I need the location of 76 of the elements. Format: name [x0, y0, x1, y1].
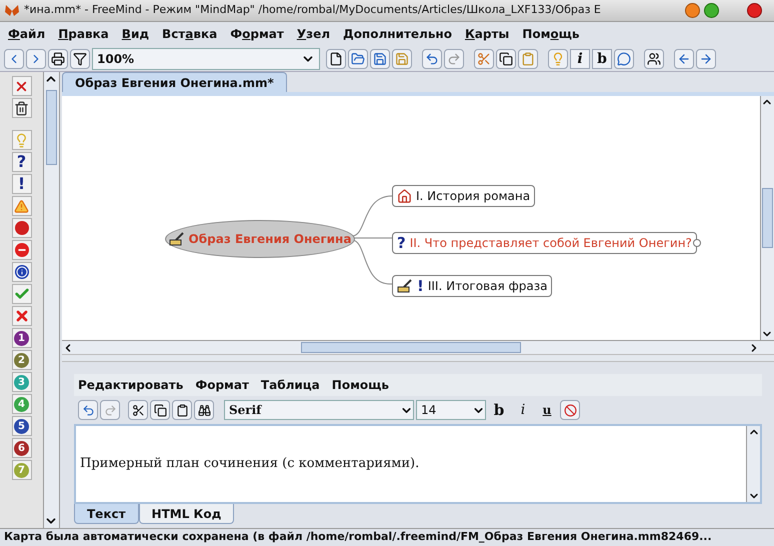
trash-icon[interactable] — [12, 98, 32, 118]
underline-button[interactable]: u — [536, 401, 558, 419]
number-badge[interactable]: 2 — [14, 352, 29, 368]
menu-item[interactable]: Формат — [230, 25, 284, 43]
menu-item[interactable]: Файл — [8, 25, 46, 43]
editor-menu-item[interactable]: Таблица — [260, 376, 320, 394]
menu-item[interactable]: Дополнительно — [343, 25, 452, 43]
save-as-icon[interactable] — [392, 48, 412, 68]
menu-item[interactable]: Узел — [296, 25, 330, 43]
vertical-scrollbar[interactable] — [760, 96, 774, 340]
stop-sign-icon[interactable] — [12, 218, 32, 238]
status-bar: Карта была автоматически сохранена (в файл /home/rombal/.freemind/FM_Образ Евгения Онегина.mm82469... — [0, 528, 774, 546]
no-entry-icon[interactable] — [12, 240, 32, 260]
copy-icon[interactable] — [496, 48, 516, 68]
paste-icon[interactable] — [172, 400, 192, 420]
map-tab[interactable]: Образ Евгения Онегина.mm* — [62, 72, 287, 92]
menu-item[interactable]: Карты — [464, 25, 510, 43]
new-file-icon[interactable] — [326, 48, 346, 68]
glyph-button[interactable]: ! — [12, 174, 32, 194]
bold-button[interactable]: b — [488, 398, 510, 422]
minimize-button[interactable] — [685, 3, 700, 18]
palette-scrollbar[interactable] — [44, 72, 60, 528]
cut-icon[interactable] — [128, 400, 148, 420]
speech-bubble-icon[interactable] — [614, 48, 634, 68]
map-node[interactable]: I. История романа — [392, 185, 536, 207]
butterfly-icon — [4, 4, 20, 18]
italic-button[interactable]: i — [512, 400, 534, 420]
scroll-thumb[interactable] — [301, 342, 521, 353]
number-badge[interactable]: 5 — [14, 418, 29, 434]
menu-item[interactable]: Помощь — [522, 25, 580, 43]
brush-icon — [168, 232, 185, 246]
binoculars-icon[interactable] — [194, 400, 214, 420]
note-scrollbar[interactable] — [746, 426, 760, 502]
number-badge[interactable]: 6 — [14, 440, 29, 456]
undo-icon[interactable] — [78, 400, 98, 420]
print-icon[interactable] — [48, 48, 68, 68]
maximize-button[interactable] — [704, 3, 719, 18]
editor-menu-item[interactable]: Помощь — [332, 376, 389, 394]
back-icon[interactable] — [4, 48, 24, 68]
delete-icon[interactable] — [12, 76, 32, 96]
undo-icon[interactable] — [422, 48, 442, 68]
bold-button[interactable]: b — [592, 48, 612, 68]
warning-icon[interactable] — [12, 196, 32, 216]
info-icon[interactable] — [12, 262, 32, 282]
editor-menu-item[interactable]: Формат — [195, 376, 249, 394]
filter-icon[interactable] — [70, 48, 90, 68]
copy-icon[interactable] — [150, 400, 170, 420]
glyph-icon: ? — [397, 236, 406, 250]
scroll-thumb[interactable] — [762, 188, 773, 248]
house-icon — [397, 188, 412, 204]
open-folder-icon[interactable] — [348, 48, 368, 68]
redo-icon[interactable] — [444, 48, 464, 68]
menu-item[interactable]: Вид — [122, 25, 150, 43]
map-node[interactable]: ! III. Итоговая фраза — [392, 275, 552, 297]
close-button[interactable] — [747, 3, 762, 18]
people-icon[interactable] — [644, 48, 664, 68]
brush-icon — [397, 279, 413, 293]
check-icon[interactable] — [12, 284, 32, 304]
number-badge[interactable]: 1 — [14, 330, 29, 346]
italic-button[interactable]: i — [570, 48, 590, 68]
menu-item[interactable]: Правка — [58, 25, 109, 43]
glyph-button[interactable]: ? — [12, 152, 32, 172]
font-family-combo[interactable]: Serif — [224, 400, 414, 420]
font-size-combo[interactable]: 14 — [416, 400, 486, 420]
zoom-combo[interactable]: 100% — [92, 48, 320, 70]
editor-tab[interactable]: Текст — [74, 504, 139, 524]
editor-menu-item[interactable]: Редактировать — [78, 376, 184, 394]
cross-icon[interactable] — [12, 306, 32, 326]
editor-tab[interactable]: HTML Код — [138, 504, 234, 524]
scroll-thumb[interactable] — [46, 90, 57, 165]
glyph-icon: ! — [417, 278, 424, 294]
window-title: *ина.mm* - FreeMind - Режим "MindMap" /home/rombal/MyDocuments/Articles/Школа_LXF133/Образ Е — [24, 2, 602, 18]
menu-item[interactable]: Вставка — [162, 25, 218, 43]
no-entry-icon[interactable] — [560, 400, 580, 420]
save-icon[interactable] — [370, 48, 390, 68]
horizontal-scrollbar[interactable] — [62, 340, 774, 354]
